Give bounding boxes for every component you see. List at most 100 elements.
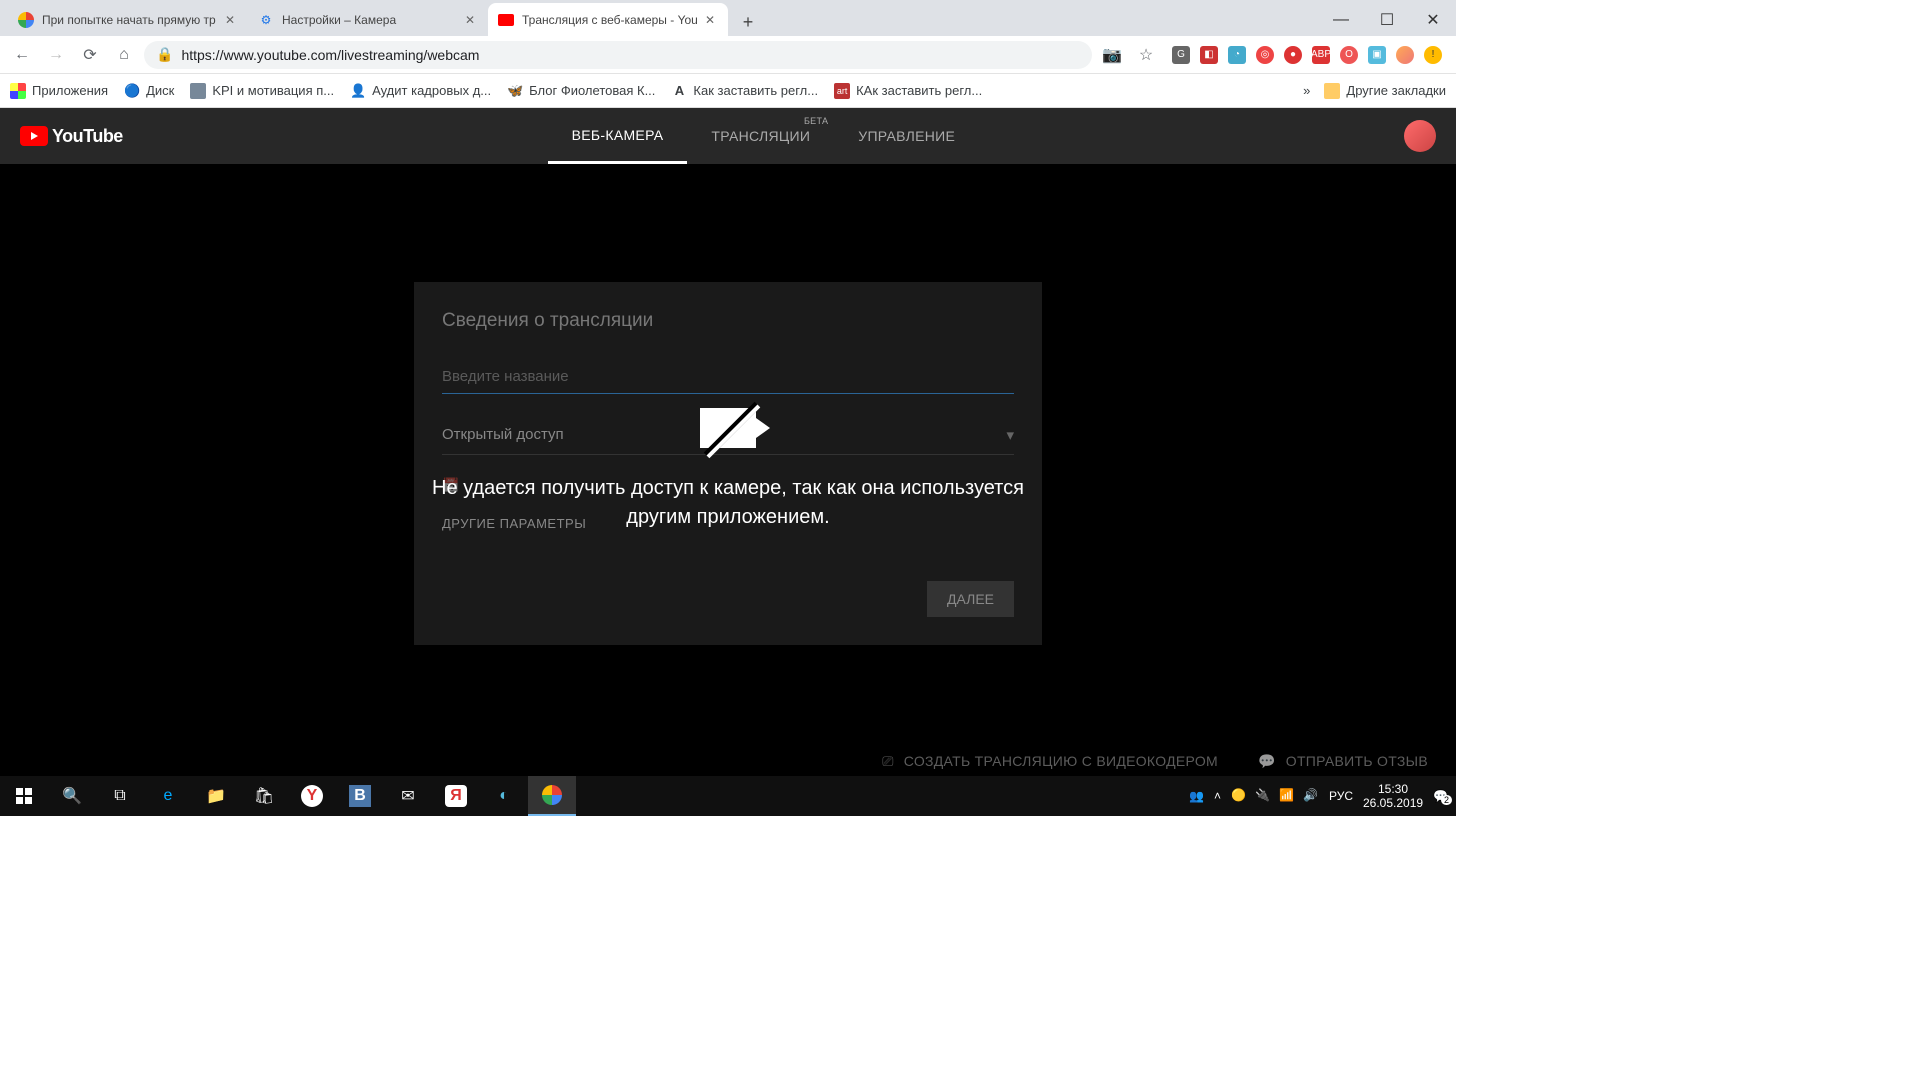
bookmark-kpi[interactable]: KPI и мотивация п... <box>190 83 334 99</box>
bottom-actions: ⎚ СОЗДАТЬ ТРАНСЛЯЦИЮ С ВИДЕОКОДЕРОМ 💬 ОТ… <box>0 746 1456 776</box>
play-icon <box>20 126 48 146</box>
ext-icon[interactable]: ! <box>1424 46 1442 64</box>
taskbar-yandex2[interactable]: Я <box>432 776 480 816</box>
reload-button[interactable]: ⟳ <box>76 41 104 69</box>
tab-streams[interactable]: ТРАНСЛЯЦИИБЕТА <box>687 108 834 164</box>
close-window-button[interactable]: ✕ <box>1410 4 1456 36</box>
youtube-body: Сведения о трансляции Введите название О… <box>0 164 1456 776</box>
bookmark-label: Приложения <box>32 83 108 98</box>
language-indicator[interactable]: РУС <box>1329 789 1353 803</box>
task-view-button[interactable]: ⧉ <box>96 776 144 816</box>
ext-icon[interactable]: ◧ <box>1200 46 1218 64</box>
browser-tabstrip: При попытке начать прямую тр ✕ ⚙ Настрой… <box>0 0 1456 36</box>
taskbar-explorer[interactable]: 📁 <box>192 776 240 816</box>
placeholder-text: Введите название <box>442 368 569 385</box>
browser-tab-2[interactable]: Трансляция с веб-камеры - You ✕ <box>488 3 728 36</box>
minimize-button[interactable]: — <box>1318 4 1364 36</box>
new-tab-button[interactable]: + <box>734 8 762 36</box>
taskbar-edge[interactable]: e <box>144 776 192 816</box>
clock[interactable]: 15:30 26.05.2019 <box>1363 782 1423 811</box>
close-icon[interactable]: ✕ <box>702 12 718 28</box>
beta-badge: БЕТА <box>804 116 828 126</box>
bookmark-regl2[interactable]: art КАк заставить регл... <box>834 83 982 99</box>
bookmark-regl1[interactable]: A Как заставить регл... <box>671 83 818 99</box>
taskbar-vk[interactable]: В <box>336 776 384 816</box>
bookmark-label: Как заставить регл... <box>693 83 818 98</box>
taskbar-app[interactable]: ◐ <box>480 776 528 816</box>
camera-indicator-icon[interactable]: 📷 <box>1098 41 1126 69</box>
tab-title: Настройки – Камера <box>282 13 462 27</box>
forward-button[interactable]: → <box>42 41 70 69</box>
bookmark-audit[interactable]: 👤Аудит кадровых д... <box>350 83 491 99</box>
title-input[interactable]: Введите название <box>442 360 1014 394</box>
ext-icon[interactable]: ◎ <box>1256 46 1274 64</box>
next-button[interactable]: ДАЛЕЕ <box>927 581 1014 617</box>
close-icon[interactable]: ✕ <box>462 12 478 28</box>
disk-icon: 🔵 <box>124 83 140 99</box>
wifi-icon[interactable]: 📶 <box>1279 788 1295 804</box>
taskbar-store[interactable]: 🛍 <box>240 776 288 816</box>
ext-icon[interactable]: G <box>1172 46 1190 64</box>
bookmark-blog[interactable]: 🦋Блог Фиолетовая К... <box>507 83 655 99</box>
google-icon <box>18 12 34 28</box>
youtube-header: YouTube ВЕБ-КАМЕРА ТРАНСЛЯЦИИБЕТА УПРАВЛ… <box>0 108 1456 164</box>
taskbar-chrome[interactable] <box>528 776 576 816</box>
chat-icon: 💬 <box>1258 753 1276 770</box>
address-bar[interactable]: 🔒 https://www.youtube.com/livestreaming/… <box>144 41 1092 69</box>
ext-icon[interactable]: ◔ <box>1228 46 1246 64</box>
panel-heading: Сведения о трансляции <box>442 310 1014 332</box>
overflow-icon[interactable]: » <box>1303 83 1310 98</box>
folder-icon <box>1324 83 1340 99</box>
create-encoder-stream-button[interactable]: ⎚ СОЗДАТЬ ТРАНСЛЯЦИЮ С ВИДЕОКОДЕРОМ <box>882 753 1218 770</box>
tab-label: ВЕБ-КАМЕРА <box>572 127 664 143</box>
bookmark-label: Блог Фиолетовая К... <box>529 83 655 98</box>
button-label: СОЗДАТЬ ТРАНСЛЯЦИЮ С ВИДЕОКОДЕРОМ <box>904 753 1218 769</box>
back-button[interactable]: ← <box>8 41 36 69</box>
tray-icon[interactable]: 🔌 <box>1255 788 1271 804</box>
avatar[interactable] <box>1404 120 1436 152</box>
volume-icon[interactable]: 🔊 <box>1303 788 1319 804</box>
youtube-logo[interactable]: YouTube <box>20 126 123 147</box>
send-feedback-button[interactable]: 💬 ОТПРАВИТЬ ОТЗЫВ <box>1258 753 1428 770</box>
button-label: ОТПРАВИТЬ ОТЗЫВ <box>1286 753 1428 769</box>
bookmarks-bar: Приложения 🔵Диск KPI и мотивация п... 👤А… <box>0 74 1456 108</box>
opera-icon[interactable]: O <box>1340 46 1358 64</box>
button-label: ДАЛЕЕ <box>947 591 994 607</box>
browser-tab-1[interactable]: ⚙ Настройки – Камера ✕ <box>248 3 488 36</box>
tab-webcam[interactable]: ВЕБ-КАМЕРА <box>548 108 688 164</box>
people-icon[interactable]: 👥 <box>1189 789 1204 803</box>
page-icon: art <box>834 83 850 99</box>
other-bookmarks[interactable]: Другие закладки <box>1324 83 1446 99</box>
abp-icon[interactable]: ABP <box>1312 46 1330 64</box>
taskbar-yandex[interactable]: Y <box>288 776 336 816</box>
system-tray: 🟡 🔌 📶 🔊 <box>1231 788 1319 804</box>
youtube-tabs: ВЕБ-КАМЕРА ТРАНСЛЯЦИИБЕТА УПРАВЛЕНИЕ <box>548 108 980 164</box>
page-icon: A <box>671 83 687 99</box>
camera-off-icon <box>700 408 756 448</box>
ext-icon[interactable]: ▣ <box>1368 46 1386 64</box>
browser-tab-0[interactable]: При попытке начать прямую тр ✕ <box>8 3 248 36</box>
bookmark-label: КАк заставить регл... <box>856 83 982 98</box>
tray-icon[interactable]: 🟡 <box>1231 788 1247 804</box>
browser-toolbar: ← → ⟳ ⌂ 🔒 https://www.youtube.com/livest… <box>0 36 1456 74</box>
notifications-button[interactable]: 💬2 <box>1433 789 1448 803</box>
star-icon[interactable]: ☆ <box>1132 41 1160 69</box>
profile-icon[interactable] <box>1396 46 1414 64</box>
tab-manage[interactable]: УПРАВЛЕНИЕ <box>834 108 979 164</box>
ext-icon[interactable]: ● <box>1284 46 1302 64</box>
bookmark-label: KPI и мотивация п... <box>212 83 334 98</box>
bookmark-apps[interactable]: Приложения <box>10 83 108 99</box>
camera-error-overlay: Не удается получить доступ к камере, так… <box>428 408 1028 532</box>
cast-icon: ⎚ <box>882 753 894 770</box>
home-button[interactable]: ⌂ <box>110 41 138 69</box>
bookmark-disk[interactable]: 🔵Диск <box>124 83 174 99</box>
close-icon[interactable]: ✕ <box>222 12 238 28</box>
maximize-button[interactable]: ☐ <box>1364 4 1410 36</box>
tray-chevron-icon[interactable]: ˄ <box>1214 789 1221 803</box>
search-button[interactable]: 🔍 <box>48 776 96 816</box>
taskbar-mail[interactable]: ✉ <box>384 776 432 816</box>
bookmark-label: Аудит кадровых д... <box>372 83 491 98</box>
time-text: 15:30 <box>1363 782 1423 796</box>
start-button[interactable] <box>0 776 48 816</box>
error-message: Не удается получить доступ к камере, так… <box>428 474 1028 532</box>
